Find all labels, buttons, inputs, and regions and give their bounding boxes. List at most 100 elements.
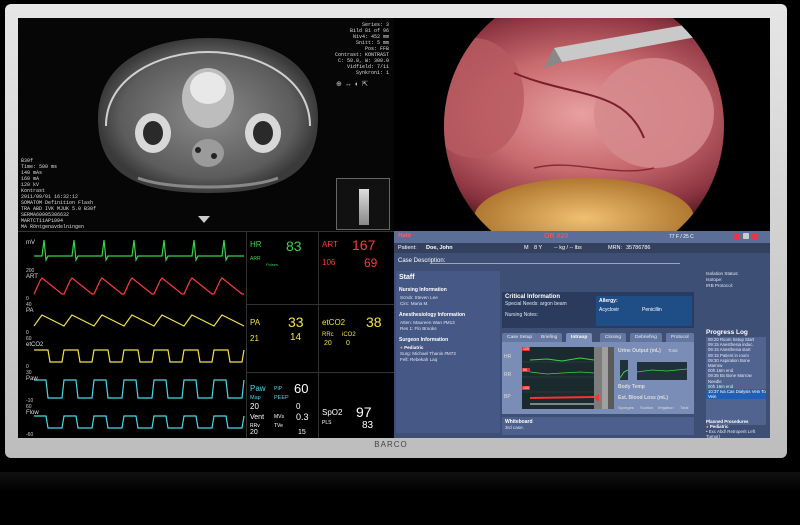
mrn-label: MRN: (608, 245, 623, 251)
surgeon-specialty: Pediatric (404, 345, 424, 350)
patient-label: Patient: (398, 245, 417, 251)
waveform-area: mV ART 200 0 PA 40 0 etCO2 60 0 Paw 30 -10 Flow 60 -60 (18, 232, 247, 438)
monitor-base (0, 472, 800, 492)
allergy-box: Allergy: Acyclovir Penicillin (596, 296, 692, 326)
anesth-title: Anesthesiology Information (399, 312, 466, 318)
or-info-panel: Halo OR #20 77 F / 25 C Patient: Doe, Jo… (394, 231, 770, 438)
staff-panel: Staff Nursing Information Scrub: Steven … (396, 271, 500, 433)
nursing-staff-row: Scrub: Steven Lee (400, 295, 438, 300)
spo2-value: 97 (356, 404, 372, 420)
progress-item[interactable]: Vein (706, 394, 766, 400)
pa-diastolic: 21 (250, 334, 259, 343)
room-temp: 77 F / 25 C (669, 234, 694, 240)
ico2-label: iCO2 (342, 332, 356, 338)
urine-output-label: Urine Output (mL) (618, 348, 661, 354)
progress-title: Progress Log (706, 329, 748, 336)
pulses-label: Pulses (266, 262, 279, 267)
progress-list[interactable]: 09:20 Room Setup Start 09:15 Anesthesia i… (706, 337, 766, 425)
wave-scale-top: 30 (26, 370, 32, 376)
patient-weight: -- kg / -- lbs (554, 245, 582, 251)
tab-briefing[interactable]: Briefing (536, 333, 563, 342)
ct-tool-icon[interactable]: ↔ (345, 81, 352, 88)
ct-tool-icon[interactable]: ⇱ (362, 81, 368, 88)
ico2-value: 0 (346, 340, 350, 347)
ct-header-line: Synkroni: 1 (355, 70, 389, 76)
plan-item: Tumor) (706, 434, 720, 438)
ct-scan-line: MA Röntgenavdelningen (21, 224, 85, 230)
suction-label: Suction (640, 405, 654, 410)
brand-logo: BARCO (374, 440, 408, 449)
battery-icon (743, 233, 749, 239)
tab-debriefing[interactable]: Debriefing (630, 333, 662, 342)
patient-age: 8 Y (534, 245, 543, 251)
pa-mean: 14 (290, 332, 302, 343)
nursing-notes: Nursing Notes: (505, 312, 539, 318)
paw-label: Paw (250, 384, 266, 393)
isolation-info: Isolation Status: Isotope: IRB Protocol: (706, 271, 739, 289)
nursing-title: Nursing Information (399, 287, 447, 293)
blood-total-label: Total (680, 405, 689, 410)
alert-icon[interactable] (734, 233, 740, 239)
waveform-etco2 (34, 349, 245, 363)
allergy-2: Penicillin (642, 307, 662, 313)
tab-closing[interactable]: Closing (600, 333, 626, 342)
tab-case-setup[interactable]: Case Setup (502, 333, 538, 342)
ct-tool-icon[interactable]: ⊕ (336, 81, 342, 88)
pls-value: 83 (362, 420, 374, 431)
wave-label: PA (26, 308, 34, 314)
vent-label: Vent (250, 414, 265, 421)
surgeon-staff-row: Fell: Rebekah Laq (400, 357, 438, 362)
art-label: ART (322, 240, 338, 249)
pa-label: PA (250, 318, 261, 327)
patient-monitor: mV ART 200 0 PA 40 0 etCO2 60 0 Paw 30 -10 Flow 60 -60 … (18, 231, 394, 438)
tve-label: TVe (274, 423, 283, 429)
header-icons (734, 233, 764, 241)
wave-scale-top: 40 (26, 302, 32, 308)
pls-label: PLS (322, 420, 332, 426)
wave-label: ART (26, 274, 38, 280)
menu-icon[interactable] (752, 233, 758, 239)
waveform-pa (33, 314, 245, 327)
rrc-label: RRc (322, 332, 334, 338)
ct-scan-info: B30f Time: 500 ms 140 mAs 160 mA 120 kV Kontr… (21, 158, 96, 230)
isolation-row: IRB Protocol: (706, 283, 734, 288)
ct-toolbar: ⊕ ↔ ◐ ⇱ (336, 80, 371, 88)
wave-label: mV (26, 240, 35, 246)
planned-procedures: Planned Procedures ● Pediatric • Exc Abd… (706, 419, 768, 438)
hr-label: HR (250, 240, 262, 249)
wave-label: etCO2 (26, 342, 44, 348)
ct-scout-thumbnail[interactable] (336, 178, 390, 230)
intraop-bp-label: BP (504, 394, 511, 400)
wave-scale-top: 200 (26, 268, 35, 274)
whiteboard[interactable]: Whiteboard 3rd case. (502, 417, 694, 435)
waveforms (33, 239, 245, 429)
critical-title: Critical Information (505, 294, 561, 300)
spo2-label: SpO2 (322, 408, 343, 417)
intraop-chart (522, 347, 688, 409)
wave-scale-top: 60 (26, 336, 32, 342)
urine-total-label: Total (668, 348, 678, 353)
blood-loss-label: Est. Blood Loss (mL) (618, 395, 668, 401)
waveform-paw (34, 379, 245, 399)
wave-label: Paw (26, 376, 38, 382)
intraop-scale-50: 50 (523, 368, 527, 372)
allergy-title: Allergy: (599, 298, 618, 304)
room-title: OR #20 (544, 233, 569, 240)
ct-header-info: Series: 3 Bild 81 of 96 Niv4: 452 mm Snitt:… (335, 22, 389, 76)
etco2-label: etCO2 (322, 318, 346, 327)
display-screen: Series: 3 Bild 81 of 96 Niv4: 452 mm Snitt:… (18, 18, 770, 438)
tab-intraop[interactable]: Intraop (566, 333, 593, 342)
patient-sex: M (524, 245, 529, 251)
app-logo: Halo (398, 233, 412, 239)
patient-row: Patient: Doe, John M 8 Y -- kg / -- lbs … (394, 243, 770, 253)
tab-protocol[interactable]: Protocol (666, 333, 694, 342)
wave-label: Flow (26, 410, 39, 416)
ct-tool-icon[interactable]: ◐ (355, 81, 359, 88)
wave-scale-bottom: -60 (26, 432, 34, 438)
staff-title: Staff (399, 274, 415, 281)
progress-panel: Isolation Status: Isotope: IRB Protocol: P… (698, 271, 770, 433)
anesth-staff-row: Atten: Maureen Wan #M13 (400, 320, 455, 325)
ct-scan-viewer[interactable]: Series: 3 Bild 81 of 96 Niv4: 452 mm Snitt:… (18, 18, 394, 231)
mrn-value: 35786786 (626, 245, 651, 251)
pip-label: PIP (274, 386, 283, 392)
